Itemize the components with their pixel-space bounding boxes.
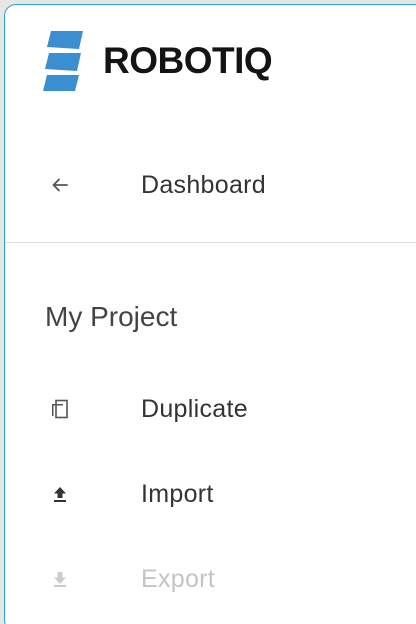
import-action[interactable]: Import — [5, 468, 416, 520]
robotiq-logo-icon — [43, 31, 83, 91]
arrow-left-icon — [49, 174, 71, 196]
back-to-dashboard[interactable]: Dashboard — [5, 159, 416, 211]
duplicate-label: Duplicate — [141, 394, 248, 423]
divider — [5, 242, 416, 243]
copy-icon — [49, 398, 71, 420]
upload-icon — [49, 483, 71, 505]
export-action[interactable]: Export — [5, 553, 416, 605]
side-panel: ROBOTIQ Dashboard My Project Duplicate I… — [4, 4, 416, 624]
download-icon — [49, 568, 71, 590]
dashboard-label: Dashboard — [141, 170, 267, 199]
export-label: Export — [141, 564, 216, 593]
import-label: Import — [141, 479, 214, 508]
project-title: My Project — [45, 301, 178, 332]
brand-name: ROBOTIQ — [103, 40, 273, 81]
duplicate-action[interactable]: Duplicate — [5, 383, 416, 435]
brand-logo: ROBOTIQ — [43, 29, 273, 93]
